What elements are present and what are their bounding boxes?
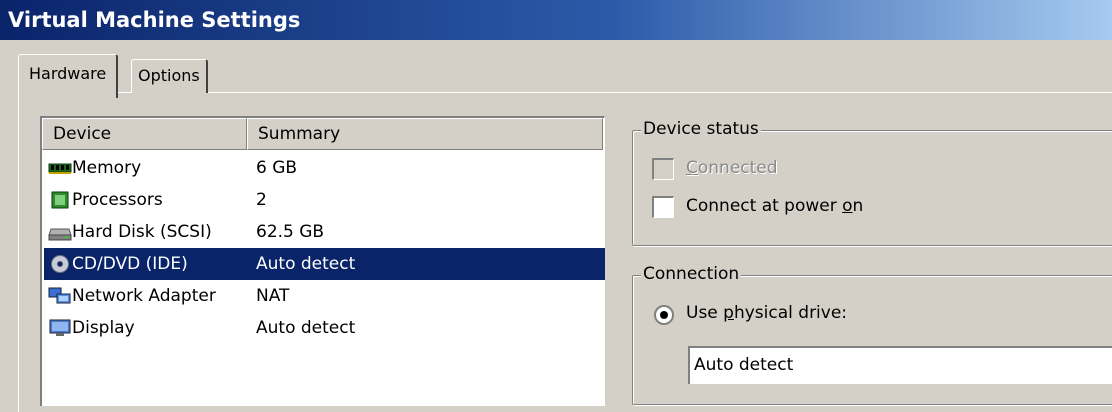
device-name: CD/DVD (IDE) [72,254,188,274]
device-row-display[interactable]: Display Auto detect [44,312,605,344]
device-name: Hard Disk (SCSI) [72,222,212,242]
device-name: Processors [72,190,163,210]
connected-label: Connected [686,158,778,178]
tab-hardware[interactable]: Hardware [18,54,119,98]
processor-icon [51,191,69,209]
device-name: Memory [72,158,142,178]
device-summary: 2 [256,190,267,210]
connected-checkbox[interactable] [652,158,674,180]
device-summary: Auto detect [256,318,356,338]
tab-options[interactable]: Options [131,59,208,93]
cd-dvd-icon [51,255,69,273]
connect-at-power-on-checkbox[interactable] [652,196,674,218]
network-adapter-icon [48,287,71,304]
use-physical-drive-radio[interactable] [654,305,674,325]
display-icon [49,319,71,336]
device-name: Display [72,318,135,338]
device-row-processors[interactable]: Processors 2 [44,184,605,216]
device-row-hard-disk[interactable]: Hard Disk (SCSI) 62.5 GB [44,216,605,248]
column-header-device[interactable]: Device [42,118,247,150]
radio-selected-dot [660,311,668,319]
column-header-summary[interactable]: Summary [247,118,603,150]
device-summary: Auto detect [256,254,356,274]
device-row-network-adapter[interactable]: Network Adapter NAT [44,280,605,312]
connect-at-power-on-label: Connect at power on [686,196,864,216]
memory-icon [48,163,72,174]
window-title: Virtual Machine Settings [0,0,1112,40]
group-title: Device status [641,119,761,139]
hard-disk-icon [48,228,72,241]
device-status-group: Device status [632,119,1112,246]
device-summary: 62.5 GB [256,222,325,242]
use-physical-drive-label: Use physical drive: [686,303,848,323]
device-row-cd-dvd[interactable]: CD/DVD (IDE) Auto detect [44,248,605,280]
device-name: Network Adapter [72,286,216,306]
device-summary: 6 GB [256,158,298,178]
connection-group: Connection [632,264,1112,405]
physical-drive-select[interactable]: Auto detect [688,346,1112,384]
device-row-memory[interactable]: Memory 6 GB [44,152,605,184]
group-title: Connection [641,264,742,284]
device-summary: NAT [256,286,290,306]
device-list[interactable]: Device Summary Memory 6 GB Processors 2 … [40,116,605,406]
